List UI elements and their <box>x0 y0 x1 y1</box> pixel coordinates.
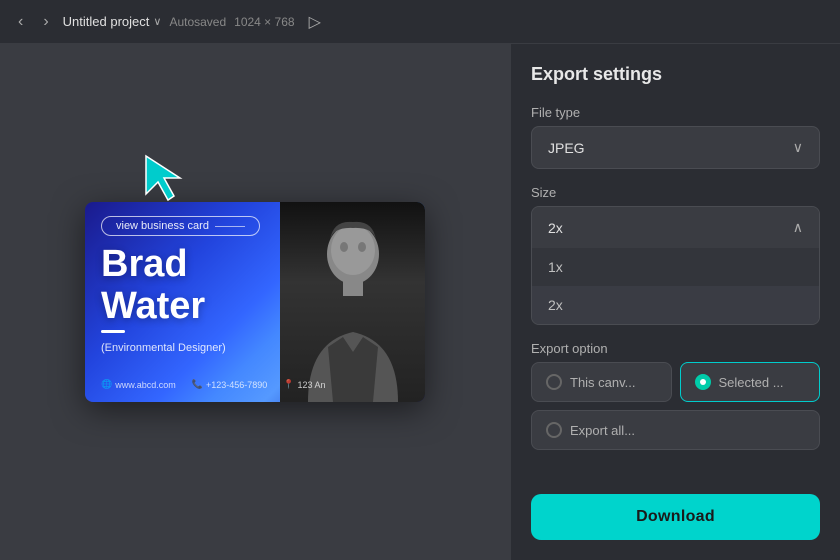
file-type-label: File type <box>531 105 820 120</box>
project-name-label: Untitled project <box>63 14 150 29</box>
export-option-row-1: This canv... Selected ... <box>531 362 820 402</box>
topbar: ‹ › Untitled project ∨ Autosaved 1024 × … <box>0 0 840 44</box>
selected-radio <box>695 374 711 390</box>
file-type-chevron: ∨ <box>793 139 803 156</box>
file-type-dropdown[interactable]: JPEG ∨ <box>531 126 820 169</box>
export-all-button[interactable]: Export all... <box>531 410 820 450</box>
resolution-label: 1024 × 768 <box>234 15 294 29</box>
export-option-section: Export option This canv... Selected ... … <box>531 341 820 450</box>
autosaved-label: Autosaved <box>169 15 226 29</box>
size-dropdown[interactable]: 2x ∧ 1x 2x <box>531 206 820 325</box>
this-canvas-radio <box>546 374 562 390</box>
card-phone-text: +123-456-7890 <box>206 380 267 390</box>
export-option-label: Export option <box>531 341 820 356</box>
card-address-text: 123 An <box>298 380 326 390</box>
file-type-section: File type JPEG ∨ <box>531 105 820 169</box>
card-separator <box>101 330 125 333</box>
export-all-label: Export all... <box>570 423 635 438</box>
forward-button[interactable]: › <box>37 9 54 35</box>
card-contact: 🌐 www.abcd.com 📞 +123-456-7890 📍 123 An <box>101 379 409 390</box>
card-address: 📍 123 An <box>283 379 325 390</box>
card-view-text: view business card <box>116 220 209 232</box>
card-last-name: Water <box>101 286 205 328</box>
card-website: 🌐 www.abcd.com <box>101 379 176 390</box>
person-photo <box>280 202 425 402</box>
selected-label: Selected ... <box>719 375 784 390</box>
back-button[interactable]: ‹ <box>12 9 29 35</box>
download-label: Download <box>636 508 715 525</box>
export-panel: Export settings File type JPEG ∨ Size 2x… <box>510 44 840 560</box>
size-label: Size <box>531 185 820 200</box>
export-panel-title: Export settings <box>531 64 820 85</box>
share-button[interactable]: ▷ <box>303 8 327 36</box>
size-selected-row[interactable]: 2x ∧ <box>532 207 819 248</box>
file-type-value: JPEG <box>548 140 585 156</box>
size-section: Size 2x ∧ 1x 2x <box>531 185 820 325</box>
phone-icon: 📞 <box>192 379 203 390</box>
size-option-1x[interactable]: 1x <box>532 248 819 286</box>
business-card: view business card Brad Water (Environme… <box>85 202 425 402</box>
canvas-area[interactable]: view business card Brad Water (Environme… <box>0 44 510 560</box>
location-icon: 📍 <box>283 379 294 390</box>
card-job-title: (Environmental Designer) <box>101 342 226 354</box>
card-name: Brad Water <box>101 244 205 328</box>
size-current-value: 2x <box>548 220 563 236</box>
project-name-chevron: ∨ <box>153 15 161 28</box>
this-canvas-button[interactable]: This canv... <box>531 362 672 402</box>
size-option-2x[interactable]: 2x <box>532 286 819 324</box>
this-canvas-label: This canv... <box>570 375 636 390</box>
card-website-text: www.abcd.com <box>115 380 176 390</box>
card-view-label: view business card <box>101 216 260 236</box>
size-chevron-up: ∧ <box>793 219 803 236</box>
card-view-line <box>215 226 245 227</box>
export-option-group: This canv... Selected ... Export all... <box>531 362 820 450</box>
card-first-name: Brad <box>101 244 205 286</box>
export-all-radio <box>546 422 562 438</box>
main-area: view business card Brad Water (Environme… <box>0 44 840 560</box>
cursor-pointer-icon <box>140 152 188 209</box>
project-name-button[interactable]: Untitled project ∨ <box>63 14 162 29</box>
selected-button[interactable]: Selected ... <box>680 362 821 402</box>
canvas-wrapper: view business card Brad Water (Environme… <box>85 202 425 402</box>
card-phone: 📞 +123-456-7890 <box>192 379 268 390</box>
globe-icon: 🌐 <box>101 379 112 390</box>
download-button[interactable]: Download <box>531 494 820 540</box>
